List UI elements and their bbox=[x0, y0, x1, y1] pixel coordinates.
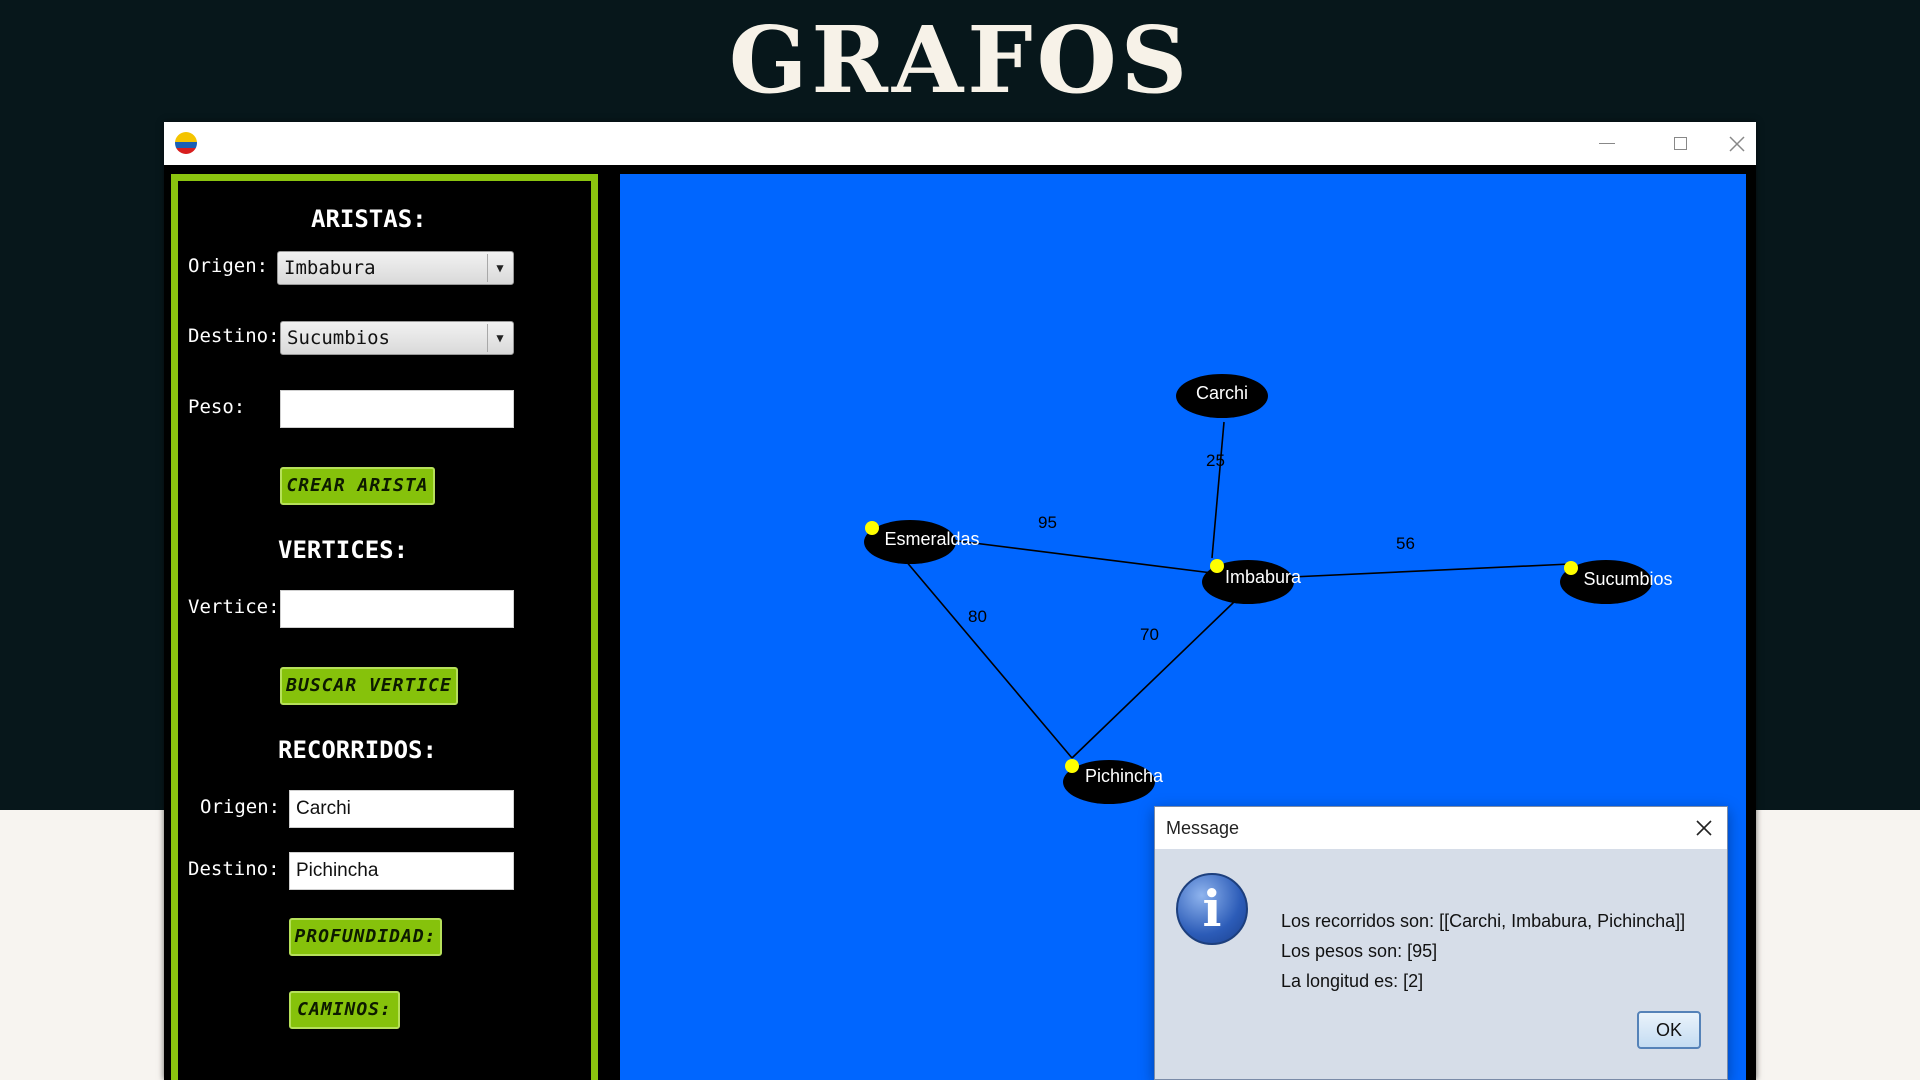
node-label: Imbabura bbox=[1225, 567, 1302, 587]
aristas-heading: ARISTAS: bbox=[311, 205, 427, 233]
message-dialog: Message i Los recorridos son: [[Carchi, … bbox=[1154, 806, 1728, 1080]
peso-input[interactable] bbox=[280, 390, 514, 428]
recorrido-origen-label: Origen: bbox=[200, 796, 281, 818]
edge-carchi-imbabura bbox=[1211, 421, 1225, 559]
node-label: Pichincha bbox=[1085, 766, 1164, 786]
dialog-message-line-3: La longitud es: [2] bbox=[1281, 971, 1424, 991]
graph-node-esmeraldas[interactable]: Esmeraldas bbox=[864, 520, 980, 564]
recorrido-destino-label: Destino: bbox=[188, 858, 280, 880]
vertice-label: Vertice: bbox=[188, 596, 280, 618]
dialog-body: i Los recorridos son: [[Carchi, Imbabura… bbox=[1155, 849, 1727, 1079]
buscar-vertice-button[interactable]: BUSCAR VERTICE bbox=[280, 667, 458, 705]
minimize-button[interactable] bbox=[1572, 122, 1642, 165]
node-label: Sucumbios bbox=[1583, 569, 1672, 589]
page-title: GRAFOS bbox=[728, 6, 1192, 114]
maximize-button[interactable] bbox=[1645, 122, 1715, 165]
control-panel: ARISTAS: Origen: Imbabura ▼ Destino: Suc… bbox=[171, 174, 598, 1080]
graph-node-carchi[interactable]: Carchi bbox=[1176, 374, 1268, 418]
recorrido-destino-input[interactable]: Pichincha bbox=[289, 852, 514, 890]
graph-node-sucumbios[interactable]: Sucumbios bbox=[1560, 560, 1673, 604]
edge-weight-label: 70 bbox=[1140, 625, 1159, 644]
node-marker-dot bbox=[1065, 759, 1079, 773]
dialog-title: Message bbox=[1166, 818, 1240, 838]
arista-origen-select[interactable]: Imbabura ▼ bbox=[277, 251, 514, 285]
edge-weight-label: 80 bbox=[968, 607, 987, 626]
graph-node-imbabura[interactable]: Imbabura bbox=[1202, 559, 1302, 604]
app-logo-icon bbox=[175, 132, 197, 154]
edge-weight-label: 25 bbox=[1206, 451, 1225, 470]
arista-origen-value: Imbabura bbox=[284, 257, 376, 279]
arista-destino-value: Sucumbios bbox=[287, 327, 390, 349]
window-titlebar bbox=[164, 122, 1756, 165]
edge-esmeraldas-pichincha bbox=[904, 559, 1073, 759]
arista-destino-label: Destino: bbox=[188, 325, 280, 347]
arista-destino-select[interactable]: Sucumbios ▼ bbox=[280, 321, 514, 355]
arista-origen-label: Origen: bbox=[188, 255, 269, 277]
close-button[interactable] bbox=[1718, 122, 1756, 165]
recorrido-origen-input[interactable]: Carchi bbox=[289, 790, 514, 828]
edge-weight-label: 95 bbox=[1038, 513, 1057, 532]
caminos-button[interactable]: CAMINOS: bbox=[289, 991, 400, 1029]
crear-arista-button[interactable]: CREAR ARISTA bbox=[280, 467, 435, 505]
node-label: Esmeraldas bbox=[884, 529, 979, 549]
dialog-close-button[interactable] bbox=[1689, 813, 1719, 843]
info-icon: i bbox=[1176, 873, 1248, 945]
vertice-input[interactable] bbox=[280, 590, 514, 628]
node-label: Carchi bbox=[1196, 383, 1248, 403]
node-marker-dot bbox=[1564, 561, 1578, 575]
ok-button[interactable]: OK bbox=[1637, 1011, 1701, 1049]
edge-weight-label: 56 bbox=[1396, 534, 1415, 553]
profundidad-button[interactable]: PROFUNDIDAD: bbox=[289, 918, 442, 956]
close-icon bbox=[1696, 820, 1712, 836]
chevron-down-icon[interactable]: ▼ bbox=[487, 254, 512, 282]
node-marker-dot bbox=[865, 521, 879, 535]
vertices-heading: VERTICES: bbox=[278, 536, 409, 564]
dialog-message-line-1: Los recorridos son: [[Carchi, Imbabura, … bbox=[1281, 911, 1686, 931]
dialog-titlebar: Message bbox=[1155, 807, 1727, 849]
maximize-icon bbox=[1673, 137, 1687, 150]
dialog-message-line-2: Los pesos son: [95] bbox=[1281, 941, 1438, 961]
close-icon bbox=[1729, 135, 1745, 152]
graph-node-pichincha[interactable]: Pichincha bbox=[1063, 759, 1164, 804]
edge-imbabura-sucumbios bbox=[1269, 563, 1571, 579]
edge-esmeraldas-imbabura bbox=[949, 539, 1221, 575]
peso-label: Peso: bbox=[188, 396, 246, 418]
node-marker-dot bbox=[1210, 559, 1224, 573]
minimize-icon bbox=[1599, 143, 1615, 144]
recorridos-heading: RECORRIDOS: bbox=[278, 736, 437, 764]
chevron-down-icon[interactable]: ▼ bbox=[487, 324, 512, 352]
